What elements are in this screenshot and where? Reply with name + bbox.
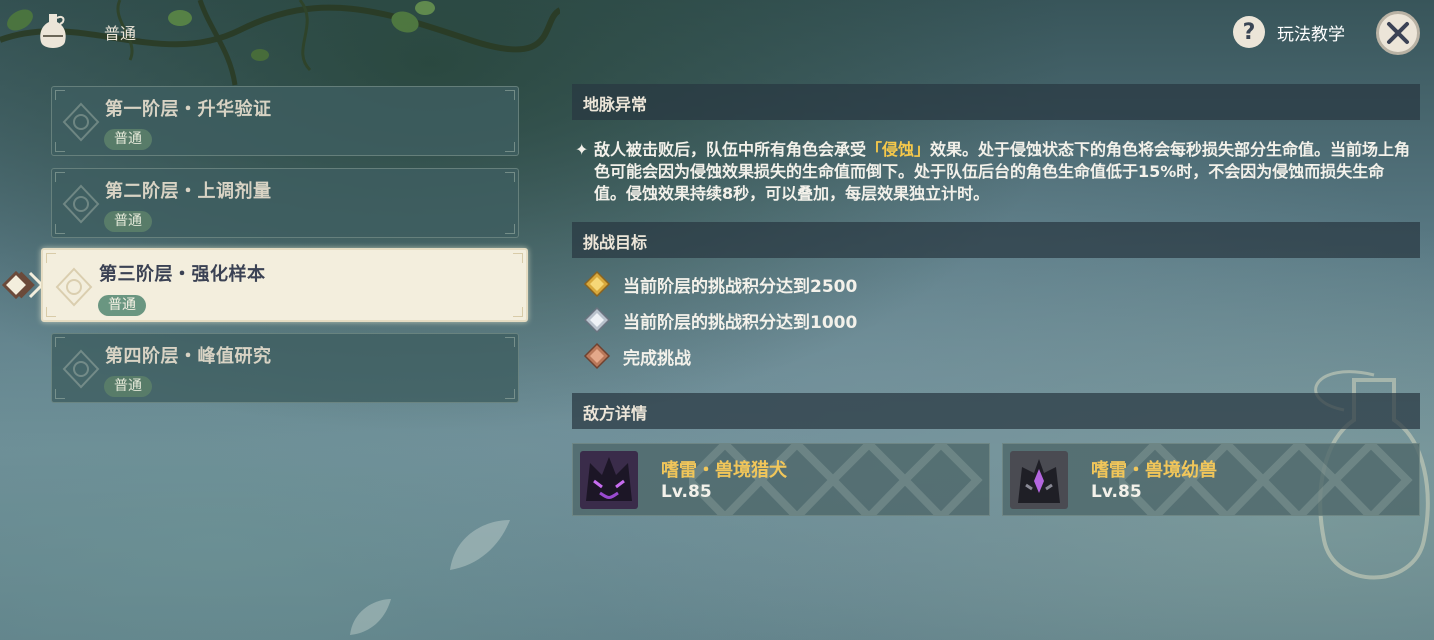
ley-line-title: 地脉异常	[583, 95, 648, 114]
close-button[interactable]	[1376, 11, 1420, 55]
enemy-level: Lv.85	[1091, 482, 1142, 502]
leaf-decoration	[350, 599, 391, 635]
difficulty-badge: 普通	[98, 295, 146, 316]
stage-emblem-icon	[62, 102, 100, 142]
challenge-goal: 当前阶层的挑战积分达到2500	[583, 270, 857, 298]
stage-title: 第三阶层・强化样本	[99, 264, 266, 285]
stage-emblem-icon	[62, 349, 100, 389]
challenge-goal: 完成挑战	[583, 342, 691, 370]
rifthound-whelp-portrait	[1010, 451, 1068, 509]
desc-text-before: 敌人被击败后，队伍中所有角色会承受	[594, 140, 867, 159]
mode-label: 普通	[104, 24, 137, 43]
challenge-goal: 当前阶层的挑战积分达到1000	[583, 306, 857, 334]
difficulty-badge: 普通	[104, 376, 152, 397]
challenge-header: 挑战目标	[572, 222, 1420, 258]
gold-medal-icon	[583, 270, 611, 298]
tutorial-label: 玩法教学	[1277, 24, 1345, 45]
ley-line-description: ✦ 敌人被击败后，队伍中所有角色会承受「侵蚀」效果。处于侵蚀状态下的角色将会每秒…	[575, 139, 1415, 205]
goal-text: 当前阶层的挑战积分达到1000	[623, 312, 858, 333]
question-mark-icon: ?	[1233, 16, 1265, 48]
erosion-keyword: 「侵蚀」	[866, 140, 931, 159]
enemy-title: 敌方详情	[583, 404, 648, 423]
close-icon	[1387, 22, 1409, 44]
enemy-header: 敌方详情	[572, 393, 1420, 429]
tutorial-button[interactable]: ? 玩法教学	[1233, 16, 1345, 48]
silver-medal-icon	[583, 306, 611, 334]
enemy-name: 嗜雷・兽境猎犬	[661, 460, 787, 481]
enemy-level: Lv.85	[661, 482, 712, 502]
stage-item-2[interactable]: 第二阶层・上调剂量 普通	[51, 168, 519, 238]
bronze-medal-icon	[583, 342, 611, 370]
goal-text: 完成挑战	[623, 348, 691, 369]
stage-emblem-icon	[55, 267, 93, 307]
leaf-decoration	[450, 520, 510, 570]
enemy-card-2[interactable]: 嗜雷・兽境幼兽 Lv.85	[1002, 443, 1420, 516]
rifthound-portrait	[580, 451, 638, 509]
enemy-name: 嗜雷・兽境幼兽	[1091, 460, 1217, 481]
stage-title: 第四阶层・峰值研究	[105, 346, 272, 367]
challenge-title: 挑战目标	[583, 233, 648, 252]
mode-indicator: 普通	[38, 12, 136, 52]
stage-item-1[interactable]: 第一阶层・升华验证 普通	[51, 86, 519, 156]
sparkle-icon: ✦	[575, 140, 589, 159]
stage-title: 第一阶层・升华验证	[105, 99, 272, 120]
goal-text: 当前阶层的挑战积分达到2500	[623, 276, 858, 297]
enemy-card-1[interactable]: 嗜雷・兽境猎犬 Lv.85	[572, 443, 990, 516]
stage-item-4[interactable]: 第四阶层・峰值研究 普通	[51, 333, 519, 403]
stage-title: 第二阶层・上调剂量	[105, 181, 272, 202]
stage-item-3-selected[interactable]: 第三阶层・强化样本 普通	[41, 248, 528, 322]
potion-bottle-icon	[40, 14, 66, 48]
difficulty-badge: 普通	[104, 211, 152, 232]
stage-emblem-icon	[62, 184, 100, 224]
difficulty-badge: 普通	[104, 129, 152, 150]
ley-line-header: 地脉异常	[572, 84, 1420, 120]
